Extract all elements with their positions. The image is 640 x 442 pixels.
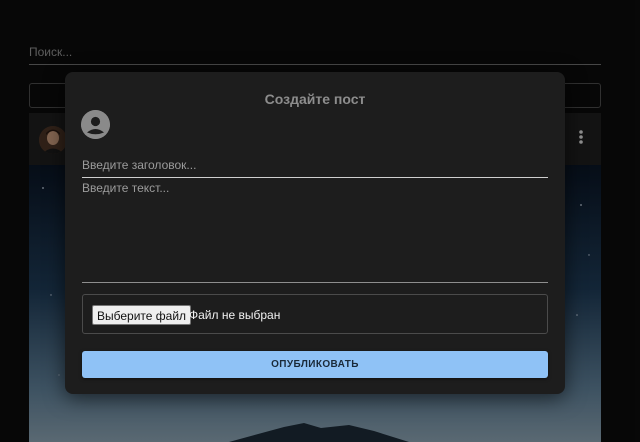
- create-post-dialog: Создайте пост Введите заголовок... Введи…: [65, 72, 565, 394]
- publish-button[interactable]: ОПУБЛИКОВАТЬ: [82, 351, 548, 378]
- dialog-title: Создайте пост: [264, 91, 366, 107]
- choose-file-button[interactable]: Выберите файл: [92, 305, 192, 325]
- account-circle-icon: [81, 110, 110, 139]
- post-title-input[interactable]: Введите заголовок...: [82, 157, 548, 178]
- post-text-input[interactable]: Введите текст...: [82, 180, 548, 283]
- file-upload-field: Выберите файл Файл не выбран: [82, 294, 548, 334]
- file-status-text: Файл не выбран: [189, 308, 281, 322]
